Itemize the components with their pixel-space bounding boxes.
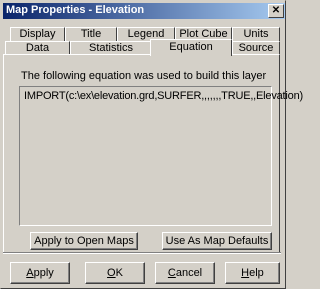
tab-label: Display	[19, 28, 56, 40]
equation-text: IMPORT(c:\ex\elevation.grd,SURFER,,,,,,,…	[24, 90, 303, 102]
mnemonic: A	[26, 267, 34, 279]
button-label: K	[115, 267, 123, 279]
tab-statistics[interactable]: Statistics	[70, 41, 152, 55]
button-label: pply	[33, 267, 54, 279]
tab-label: Title	[80, 28, 102, 40]
mnemonic: H	[241, 267, 250, 279]
tab-display[interactable]: Display	[10, 27, 65, 41]
cancel-button[interactable]: Cancel	[155, 262, 215, 284]
tab-source[interactable]: Source	[232, 41, 280, 55]
ok-button[interactable]: OK	[85, 262, 145, 284]
button-label: Apply to Open Maps	[34, 235, 134, 247]
button-label: elp	[249, 267, 264, 279]
use-as-map-defaults-button[interactable]: Use As Map Defaults	[162, 232, 272, 250]
tab-equation[interactable]: Equation	[150, 39, 232, 56]
apply-to-open-maps-button[interactable]: Apply to Open Maps	[30, 232, 138, 250]
window-title: Map Properties - Elevation	[6, 4, 145, 16]
title-bar: Map Properties - Elevation ✕	[3, 3, 285, 19]
equation-textbox[interactable]: IMPORT(c:\ex\elevation.grd,SURFER,,,,,,,…	[19, 86, 303, 226]
close-icon[interactable]: ✕	[268, 4, 284, 18]
tab-label: Equation	[169, 41, 213, 53]
mnemonic: C	[167, 267, 176, 279]
tab-label: Units	[243, 28, 269, 40]
button-label: Use As Map Defaults	[165, 235, 269, 247]
tab-units[interactable]: Units	[232, 27, 280, 41]
tab-data[interactable]: Data	[5, 41, 70, 55]
equation-description: The following equation was used to build…	[21, 70, 267, 82]
tab-title[interactable]: Title	[65, 27, 117, 41]
apply-button[interactable]: Apply	[10, 262, 70, 284]
mnemonic: O	[107, 267, 116, 279]
separator	[3, 252, 281, 254]
button-label: ancel	[175, 267, 203, 279]
help-button[interactable]: Help	[225, 262, 280, 284]
